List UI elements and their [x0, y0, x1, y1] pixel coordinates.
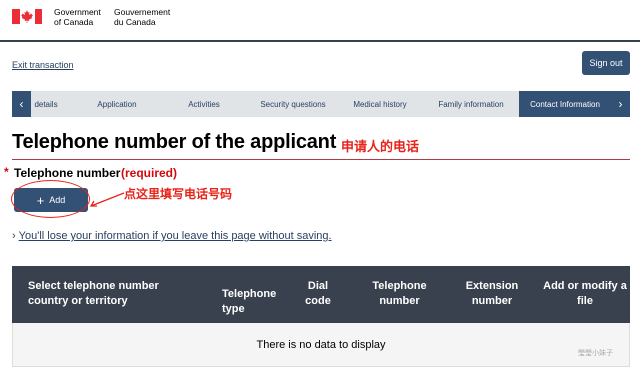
- tab-details[interactable]: details: [34, 91, 58, 117]
- watermark: 瑩瑩小妹子: [578, 350, 613, 357]
- column-header-telephone-number: Telephone number: [372, 280, 427, 307]
- gov-fr-line1: Gouvernement: [114, 7, 171, 17]
- tab-medical-history[interactable]: Medical history: [350, 91, 410, 117]
- telephone-number-label: Telephone number: [14, 166, 121, 180]
- unsaved-warning-link[interactable]: You'll lose your information if you leav…: [19, 230, 332, 242]
- column-header-country: Select telephone number country or terri…: [28, 280, 159, 307]
- table-header-row: Select telephone number country or terri…: [12, 266, 630, 323]
- annotation-circle: [11, 180, 90, 218]
- gov-en-line2: of Canada: [54, 17, 94, 27]
- table-empty-row: There is no data to display: [12, 323, 630, 367]
- telephone-table: Select telephone number country or terri…: [12, 266, 630, 367]
- unsaved-warning[interactable]: › You'll lose your information if you lea…: [12, 230, 332, 242]
- canada-flag-icon: [12, 9, 42, 24]
- tabs-scroll-right-icon[interactable]: ›: [611, 91, 630, 117]
- application-tabs: ‹ details Application Activities Securit…: [12, 91, 630, 117]
- tab-activities[interactable]: Activities: [182, 91, 226, 117]
- tab-contact-information[interactable]: Contact Information: [519, 91, 611, 117]
- required-text: (required): [121, 166, 178, 180]
- government-wordmark-fr[interactable]: Gouvernement du Canada: [114, 7, 170, 27]
- title-annotation: 申请人的电话: [341, 139, 420, 154]
- chevron-right-icon: ›: [12, 230, 16, 242]
- add-button-annotation: 点这里填写电话号码: [124, 187, 233, 201]
- gov-fr-line2: du Canada: [114, 17, 156, 27]
- gov-en-line1: Government: [54, 7, 101, 17]
- exit-transaction-link[interactable]: Exit transaction: [12, 60, 74, 70]
- government-wordmark-en[interactable]: Government of Canada: [54, 7, 101, 27]
- title-divider: [12, 159, 630, 160]
- page-title: Telephone number of the applicant: [12, 131, 337, 153]
- column-header-telephone-type: Telephone type: [222, 288, 277, 315]
- empty-table-message: There is no data to display: [256, 338, 386, 351]
- sign-out-button[interactable]: Sign out: [582, 51, 630, 75]
- site-header: Government of Canada Gouvernement du Can…: [0, 0, 640, 42]
- column-header-dial-code: Dial code: [305, 280, 331, 307]
- annotation-arrow-icon: [89, 192, 125, 207]
- tab-family-information[interactable]: Family information: [434, 91, 508, 117]
- required-asterisk: *: [4, 165, 9, 179]
- tab-application[interactable]: Application: [90, 91, 144, 117]
- tab-security-questions[interactable]: Security questions: [256, 91, 330, 117]
- tabs-scroll-left-icon[interactable]: ‹: [12, 91, 31, 117]
- column-header-add-modify-file: Add or modify a file: [543, 280, 627, 307]
- column-header-extension-number: Extension number: [465, 280, 519, 307]
